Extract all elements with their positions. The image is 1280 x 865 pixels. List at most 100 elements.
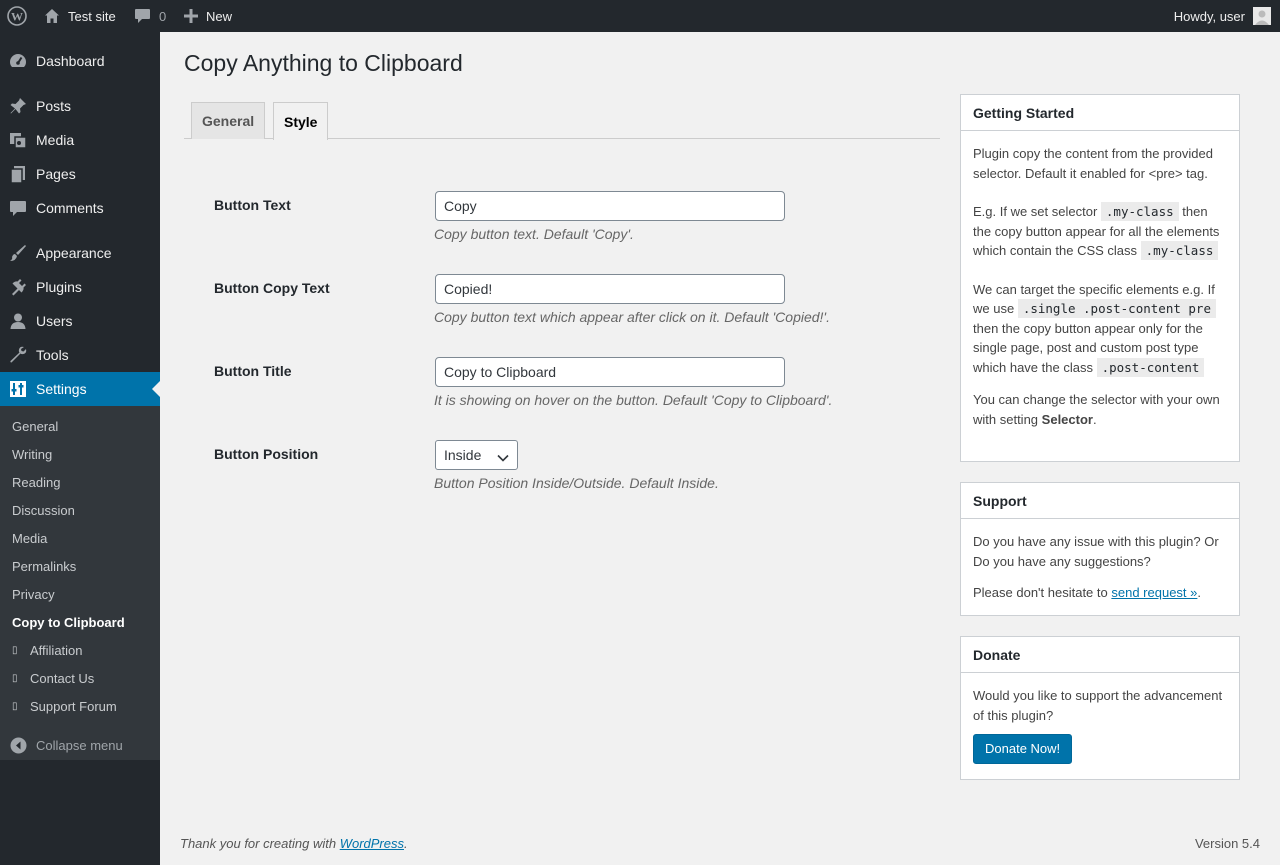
getting-started-title: Getting Started	[961, 95, 1239, 131]
avatar	[1253, 7, 1271, 25]
button-position-description: Button Position Inside/Outside. Default …	[434, 475, 719, 491]
page-title: Copy Anything to Clipboard	[184, 50, 463, 76]
tab-style[interactable]: Style	[273, 102, 329, 140]
getting-started-selector: You can change the selector with your ow…	[973, 390, 1227, 429]
howdy-text: Howdy, user	[1173, 8, 1245, 24]
donate-box: Donate Would you like to support the adv…	[960, 636, 1240, 780]
new-content-link[interactable]: New	[184, 0, 232, 32]
button-copy-text-label: Button Copy Text	[214, 280, 330, 296]
menu-item-label: Dashboard	[36, 53, 105, 69]
menu-item-label: Users	[36, 313, 73, 329]
submenu-item-label: Contact Us	[30, 670, 95, 686]
button-copy-text-input[interactable]	[435, 274, 785, 304]
site-name: Test site	[68, 8, 116, 24]
wrench-icon	[8, 345, 28, 365]
support-request: Please don't hesitate to send request ».	[973, 583, 1227, 603]
submenu-item-contact-us[interactable]: ▯ Contact Us	[12, 664, 94, 692]
settings-submenu: General Writing Reading Discussion Media…	[0, 406, 160, 760]
account-menu[interactable]: Howdy, user	[1174, 0, 1271, 32]
pages-icon	[8, 164, 28, 184]
home-icon	[44, 8, 60, 24]
tab-general[interactable]: General	[191, 102, 266, 139]
brush-icon	[8, 243, 28, 263]
footer-thanks-text: Thank you for creating with	[180, 836, 337, 851]
menu-item-label: Comments	[36, 200, 104, 216]
submenu-item-discussion[interactable]: Discussion	[12, 496, 75, 524]
code-my-class-2: .my-class	[1140, 241, 1219, 260]
button-position-label: Button Position	[214, 446, 319, 462]
example-text-a: E.g. If we set selector	[973, 204, 1098, 219]
menu-item-label: Media	[36, 132, 75, 148]
donate-now-button[interactable]: Donate Now!	[973, 734, 1073, 764]
user-icon	[8, 311, 28, 331]
menu-item-label: Appearance	[36, 245, 112, 261]
menu-item-label: Pages	[36, 166, 76, 182]
menu-item-plugins[interactable]: Plugins	[0, 270, 160, 304]
dashboard-icon	[8, 51, 28, 71]
admin-bar: W Test site 0 New Howdy, user	[0, 0, 1280, 32]
menu-item-label: Tools	[36, 347, 69, 363]
collapse-arrow-icon	[10, 737, 27, 754]
getting-started-example: E.g. If we set selector .my-class then t…	[973, 202, 1227, 261]
comments-link[interactable]: 0	[134, 0, 166, 32]
external-link-icon: ▯	[12, 644, 18, 656]
menu-item-dashboard[interactable]: Dashboard	[0, 44, 160, 78]
site-link[interactable]: Test site	[44, 0, 116, 32]
wordpress-logo-icon[interactable]: W	[7, 0, 27, 32]
submenu-item-reading[interactable]: Reading	[12, 468, 60, 496]
menu-item-label: Settings	[36, 381, 87, 397]
support-end: .	[1197, 585, 1202, 600]
footer-thanks-end: .	[404, 836, 408, 851]
collapse-menu-label: Collapse menu	[36, 737, 123, 753]
button-copy-text-description: Copy button text which appear after clic…	[434, 309, 830, 325]
getting-started-intro: Plugin copy the content from the provide…	[973, 146, 1213, 181]
submenu-item-permalinks[interactable]: Permalinks	[12, 552, 76, 580]
submenu-item-label: Support Forum	[30, 698, 117, 714]
menu-item-media[interactable]: Media	[0, 123, 160, 157]
submenu-item-label: Affiliation	[30, 642, 83, 658]
menu-item-posts[interactable]: Posts	[0, 89, 160, 123]
submenu-item-general[interactable]: General	[12, 412, 58, 440]
menu-item-appearance[interactable]: Appearance	[0, 236, 160, 270]
getting-started-box: Getting Started Plugin copy the content …	[960, 94, 1240, 462]
submenu-item-copy-to-clipboard[interactable]: Copy to Clipboard	[12, 608, 125, 636]
menu-item-label: Plugins	[36, 279, 82, 295]
footer-thanks: Thank you for creating with WordPress.	[180, 836, 408, 851]
admin-sidebar: Dashboard Posts Media Pages Comments App…	[0, 32, 160, 865]
button-text-input[interactable]	[435, 191, 785, 221]
menu-item-settings[interactable]: Settings	[0, 372, 160, 406]
collapse-menu-button[interactable]: Collapse menu	[0, 730, 160, 760]
external-link-icon: ▯	[12, 672, 18, 684]
support-question: Do you have any issue with this plugin? …	[973, 534, 1219, 569]
submenu-item-writing[interactable]: Writing	[12, 440, 52, 468]
button-text-label: Button Text	[214, 197, 291, 213]
button-title-input[interactable]	[435, 357, 785, 387]
code-my-class: .my-class	[1100, 202, 1179, 221]
menu-item-pages[interactable]: Pages	[0, 157, 160, 191]
comment-icon	[8, 198, 28, 218]
submenu-item-affiliation[interactable]: ▯ Affiliation	[12, 636, 83, 664]
external-link-icon: ▯	[12, 700, 18, 712]
submenu-item-media[interactable]: Media	[12, 524, 47, 552]
button-position-select[interactable]: Inside	[435, 440, 518, 470]
settings-icon	[8, 379, 28, 399]
button-title-label: Button Title	[214, 363, 292, 379]
menu-item-users[interactable]: Users	[0, 304, 160, 338]
plus-icon	[184, 9, 198, 23]
menu-item-comments[interactable]: Comments	[0, 191, 160, 225]
support-request-text: Please don't hesitate to	[973, 585, 1108, 600]
support-box: Support Do you have any issue with this …	[960, 482, 1240, 616]
pin-icon	[8, 96, 28, 116]
button-text-description: Copy button text. Default 'Copy'.	[434, 226, 634, 242]
submenu-item-privacy[interactable]: Privacy	[12, 580, 55, 608]
media-icon	[8, 130, 28, 150]
wordpress-link[interactable]: WordPress	[340, 836, 404, 851]
code-single-post-content: .single .post-content pre	[1017, 299, 1216, 318]
send-request-link[interactable]: send request »	[1111, 585, 1197, 600]
menu-item-tools[interactable]: Tools	[0, 338, 160, 372]
code-post-content: .post-content	[1096, 357, 1205, 377]
footer-version: Version 5.4	[1194, 836, 1260, 851]
submenu-item-support-forum[interactable]: ▯ Support Forum	[12, 692, 117, 720]
selector-end: .	[1092, 411, 1097, 427]
new-label: New	[206, 8, 233, 24]
